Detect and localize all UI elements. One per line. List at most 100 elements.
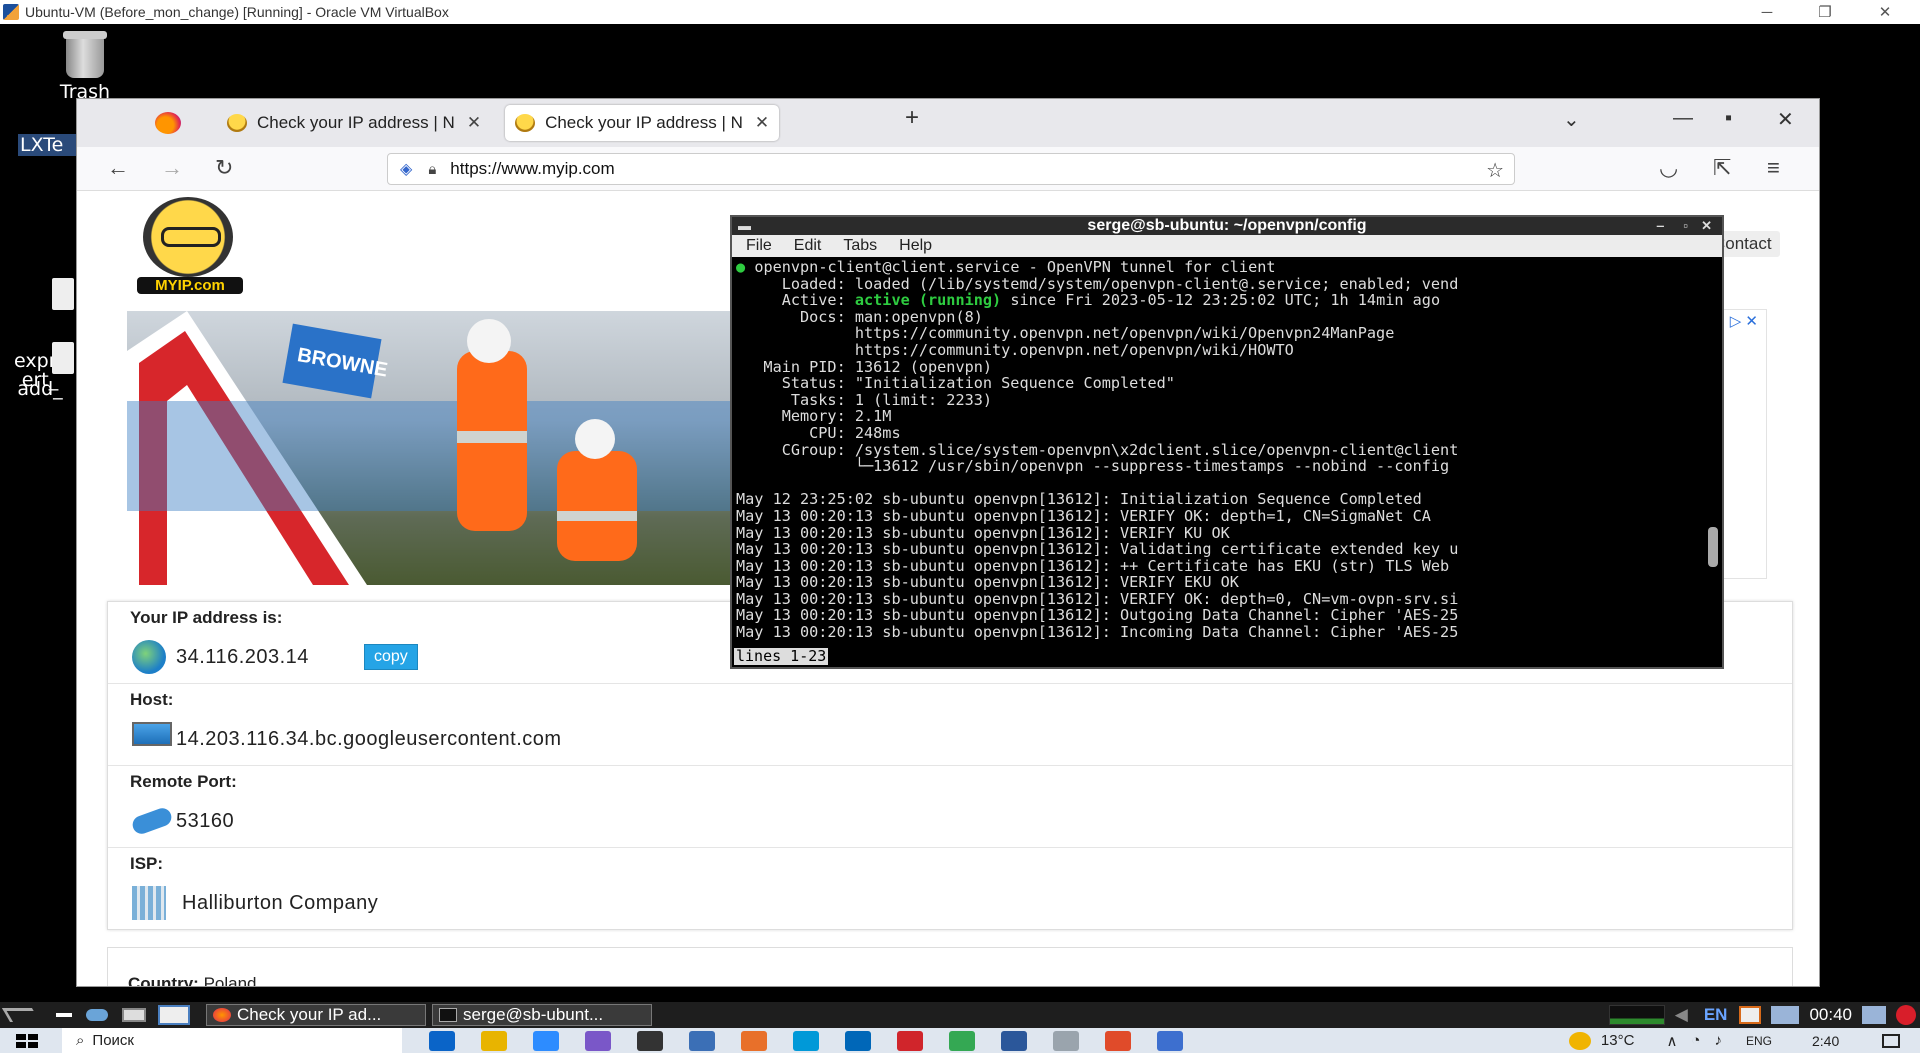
pinned-app-icon[interactable] bbox=[1105, 1030, 1131, 1051]
screen-lock-icon[interactable] bbox=[1862, 1006, 1886, 1024]
workspace-pager-icon[interactable] bbox=[158, 1005, 190, 1025]
url-text[interactable]: https://www.myip.com bbox=[450, 159, 614, 179]
tab-close-icon[interactable]: ✕ bbox=[755, 113, 769, 133]
banner-image: BROWNE bbox=[127, 311, 737, 585]
host-value[interactable]: 14.203.116.34.bc.googleusercontent.com bbox=[176, 728, 562, 751]
terminal-window[interactable]: ▬ serge@sb-ubuntu: ~/openvpn/config ‒ ▫ … bbox=[730, 215, 1724, 669]
pinned-app-icon[interactable] bbox=[1001, 1030, 1027, 1051]
pinned-app-icon[interactable] bbox=[793, 1030, 819, 1051]
wifi-icon[interactable]: ◔ bbox=[1691, 1032, 1700, 1049]
notes-icon[interactable] bbox=[1739, 1006, 1762, 1024]
windows-clock[interactable]: 2:40 bbox=[1812, 1033, 1872, 1049]
task-firefox[interactable]: Check your IP ad... bbox=[206, 1004, 426, 1026]
terminal-line: May 13 00:20:13 sb-ubuntu openvpn[13612]… bbox=[736, 506, 1431, 525]
speaker-icon[interactable]: ♪ bbox=[1714, 1032, 1722, 1049]
minimize-button[interactable]: ─ bbox=[1738, 0, 1796, 24]
remote-port-value[interactable]: 53160 bbox=[176, 810, 234, 833]
isp-value[interactable]: Halliburton Company bbox=[182, 892, 378, 915]
desktop-switch-icon[interactable] bbox=[122, 1008, 146, 1022]
pinned-app-icon[interactable] bbox=[637, 1030, 663, 1051]
myip-favicon bbox=[515, 114, 536, 132]
terminal-icon bbox=[439, 1008, 457, 1022]
task-label: serge@sb-ubunt... bbox=[463, 1005, 604, 1024]
remote-port-row: Remote Port: 53160 bbox=[108, 766, 1792, 848]
new-tab-button[interactable]: + bbox=[905, 104, 919, 132]
bookmark-star-icon[interactable]: ☆ bbox=[1486, 158, 1504, 183]
app-menu-icon[interactable]: ≡ bbox=[1767, 155, 1780, 181]
terminal-line: Tasks: 1 (limit: 2233) bbox=[736, 390, 993, 409]
weather-icon[interactable] bbox=[1568, 1031, 1591, 1050]
close-button[interactable]: ✕ bbox=[1856, 0, 1914, 24]
pinned-app-icon[interactable] bbox=[741, 1030, 767, 1051]
tray-chevron-icon[interactable]: ∧ bbox=[1666, 1032, 1677, 1050]
pinned-app-icon[interactable] bbox=[1157, 1030, 1183, 1051]
back-button[interactable]: ← bbox=[107, 155, 129, 181]
computer-icon bbox=[132, 722, 172, 746]
ip-address-value[interactable]: 34.116.203.14 bbox=[176, 646, 309, 669]
pinned-app-icon[interactable] bbox=[897, 1030, 923, 1051]
tab-close-icon[interactable]: ✕ bbox=[467, 113, 481, 133]
windows-search-placeholder: Поиск bbox=[92, 1032, 134, 1049]
volume-arrow-icon[interactable]: ◀ bbox=[1675, 1005, 1688, 1025]
pinned-app-icon[interactable] bbox=[949, 1030, 975, 1051]
copy-button[interactable]: copy bbox=[364, 644, 418, 670]
terminal-line: May 13 00:20:13 sb-ubuntu openvpn[13612]… bbox=[736, 540, 1459, 559]
window-maximize-button[interactable]: ▪ bbox=[1725, 107, 1732, 130]
pinned-app-icon[interactable] bbox=[845, 1030, 871, 1051]
building-icon bbox=[132, 886, 166, 920]
terminal-minimize-button[interactable]: ‒ bbox=[1657, 217, 1664, 235]
terminal-title-bar[interactable]: ▬ serge@sb-ubuntu: ~/openvpn/config ‒ ▫ … bbox=[732, 217, 1722, 235]
pinned-app-icon[interactable] bbox=[429, 1030, 455, 1051]
terminal-scrollbar[interactable] bbox=[1708, 527, 1718, 567]
address-bar[interactable]: ◈ 🔒︎ https://www.myip.com ☆ bbox=[387, 153, 1515, 185]
keyboard-layout-indicator[interactable]: EN bbox=[1704, 1005, 1728, 1025]
logout-icon[interactable] bbox=[1896, 1005, 1916, 1025]
restore-button[interactable]: ❐ bbox=[1796, 0, 1854, 24]
desktop-icon-label: LXTe bbox=[20, 134, 64, 156]
input-language[interactable]: ENG bbox=[1746, 1034, 1772, 1048]
window-minimize-button[interactable]: — bbox=[1673, 107, 1693, 130]
desktop-icon-lxterminal[interactable]: LXTe bbox=[18, 134, 78, 156]
list-all-tabs-button[interactable]: ⌄ bbox=[1563, 107, 1580, 132]
file-manager-icon[interactable] bbox=[86, 1009, 108, 1021]
forward-button[interactable]: → bbox=[161, 155, 183, 181]
pinned-app-icon[interactable] bbox=[533, 1030, 559, 1051]
weather-temperature[interactable]: 13°C bbox=[1601, 1032, 1635, 1049]
desktop-icon-file-2[interactable]: add_ bbox=[0, 342, 80, 400]
lock-icon[interactable]: 🔒︎ bbox=[428, 161, 436, 178]
terminal-line: Docs: man:openvpn(8) bbox=[736, 307, 983, 326]
windows-start-icon[interactable] bbox=[16, 1033, 38, 1048]
desktop-icon-trash[interactable]: Trash bbox=[50, 31, 120, 103]
network-icon[interactable] bbox=[1771, 1006, 1800, 1024]
terminal-output[interactable]: ● openvpn-client@client.service - OpenVP… bbox=[732, 257, 1722, 667]
reload-button[interactable]: ↻ bbox=[215, 155, 233, 181]
notifications-icon[interactable] bbox=[1882, 1033, 1900, 1048]
ad-choices-icon[interactable]: ▷ ✕ bbox=[1730, 312, 1758, 330]
terminal-close-button[interactable]: ✕ bbox=[1701, 217, 1712, 235]
tab-myip-1[interactable]: Check your IP address | N ✕ bbox=[217, 105, 491, 141]
tracking-protection-shield-icon[interactable]: ◈ bbox=[400, 159, 412, 179]
firefox-view-icon[interactable] bbox=[155, 112, 181, 134]
terminal-maximize-button[interactable]: ▫ bbox=[1683, 217, 1688, 235]
minimize-all-icon[interactable] bbox=[56, 1013, 72, 1017]
terminal-menu-help[interactable]: Help bbox=[899, 237, 932, 255]
tab-myip-2[interactable]: Check your IP address | N ✕ bbox=[505, 105, 780, 141]
lxde-menu-icon[interactable] bbox=[1, 1008, 41, 1022]
terminal-menu-file[interactable]: File bbox=[746, 237, 772, 255]
window-close-button[interactable]: ✕ bbox=[1777, 107, 1794, 132]
myip-logo[interactable]: MYIP.com bbox=[133, 197, 243, 297]
extensions-icon[interactable]: ⇱ bbox=[1713, 155, 1731, 181]
network-cable-icon bbox=[130, 805, 174, 837]
task-terminal[interactable]: serge@sb-ubunt... bbox=[432, 1004, 652, 1026]
pinned-app-icon[interactable] bbox=[481, 1030, 507, 1051]
windows-search-box[interactable]: ⌕ Поиск bbox=[62, 1028, 402, 1053]
terminal-menu-edit[interactable]: Edit bbox=[794, 237, 822, 255]
clock[interactable]: 00:40 bbox=[1809, 1005, 1852, 1025]
pinned-app-icon[interactable] bbox=[585, 1030, 611, 1051]
pinned-app-icon[interactable] bbox=[689, 1030, 715, 1051]
terminal-menu-tabs[interactable]: Tabs bbox=[843, 237, 877, 255]
pinned-app-icon[interactable] bbox=[1053, 1030, 1079, 1051]
remote-port-label: Remote Port: bbox=[130, 772, 237, 791]
country-value[interactable]: Poland bbox=[204, 974, 257, 986]
pocket-icon[interactable]: ◡ bbox=[1659, 155, 1678, 181]
